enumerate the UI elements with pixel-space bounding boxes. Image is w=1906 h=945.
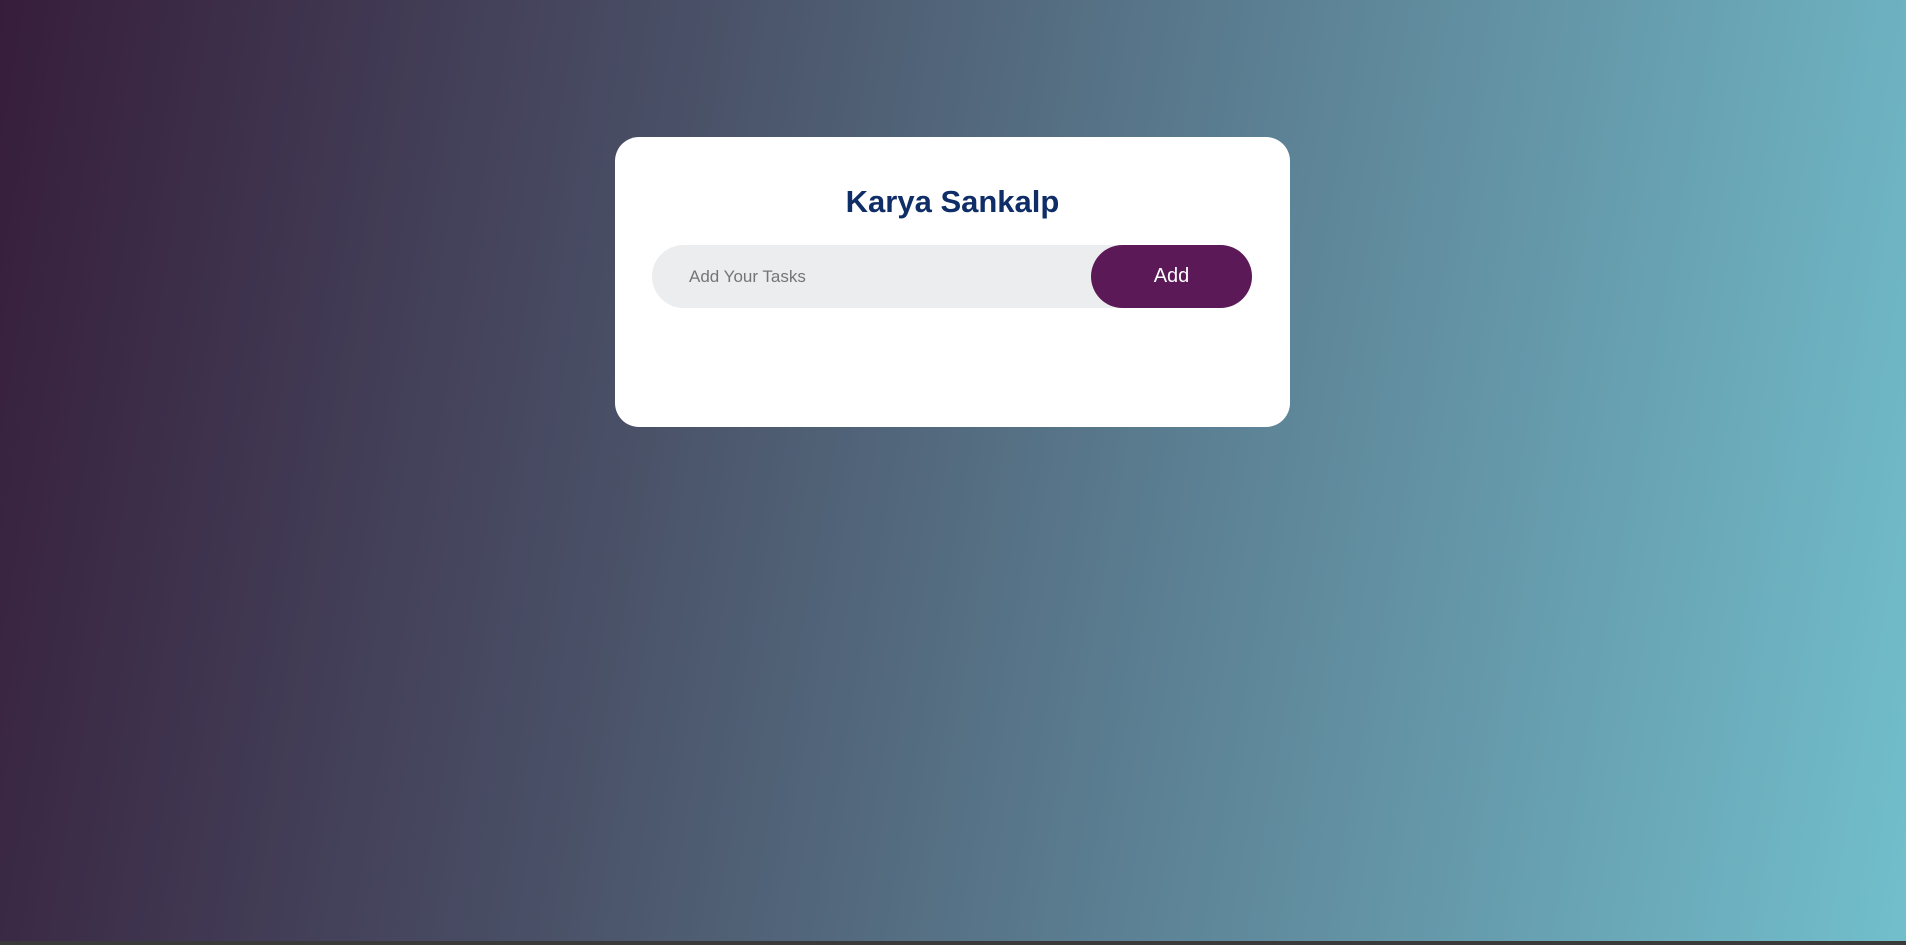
page-background: { "app": { "title": "Karya Sankalp" }, "… [0, 0, 1906, 945]
add-task-button[interactable]: Add [1091, 245, 1252, 308]
app-title: Karya Sankalp [845, 184, 1060, 219]
task-input-row: Add [652, 245, 1252, 308]
todo-card: Karya Sankalp Add [615, 137, 1290, 427]
task-input[interactable] [652, 245, 1122, 308]
window-bottom-edge [0, 941, 1906, 945]
